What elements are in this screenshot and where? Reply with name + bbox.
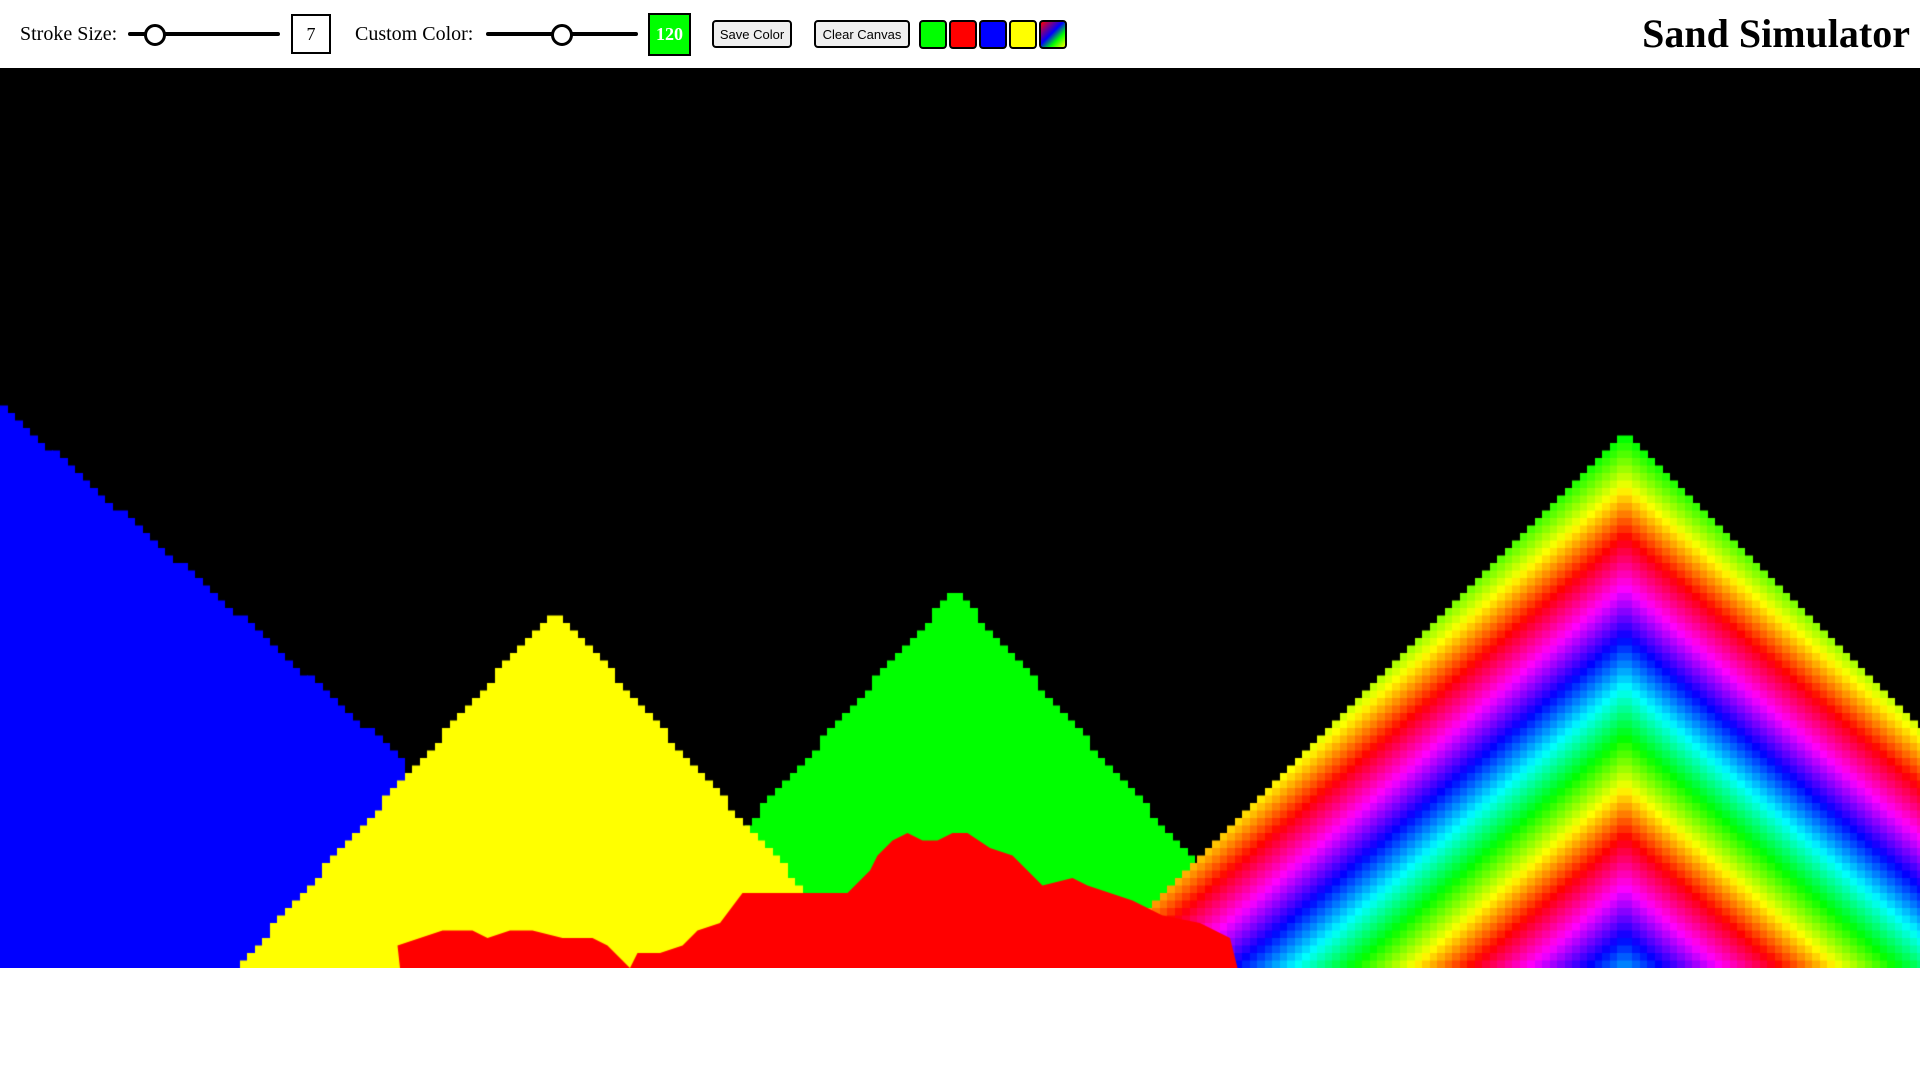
page-title: Sand Simulator — [1642, 11, 1910, 56]
swatch-green[interactable] — [919, 20, 947, 49]
custom-color-label: Custom Color: — [355, 23, 474, 45]
swatch-red[interactable] — [949, 20, 977, 49]
stroke-size-value: 7 — [291, 14, 331, 54]
sand-canvas[interactable] — [0, 68, 1920, 968]
swatch-blue[interactable] — [979, 20, 1007, 49]
toolbar: Stroke Size: 7 Custom Color: 120 Save Co… — [0, 0, 1920, 68]
swatch-rainbow[interactable] — [1039, 20, 1067, 49]
swatch-yellow[interactable] — [1009, 20, 1037, 49]
stroke-size-label: Stroke Size: — [20, 23, 118, 45]
hue-slider[interactable] — [486, 23, 638, 46]
stroke-size-slider[interactable] — [128, 23, 280, 46]
clear-canvas-button[interactable]: Clear Canvas — [814, 20, 910, 48]
custom-color-preview: 120 — [648, 13, 691, 56]
save-color-button[interactable]: Save Color — [712, 20, 792, 48]
slider-thumb[interactable] — [143, 24, 166, 46]
sand-canvas-area[interactable] — [0, 68, 1920, 968]
slider-thumb[interactable] — [551, 24, 573, 46]
